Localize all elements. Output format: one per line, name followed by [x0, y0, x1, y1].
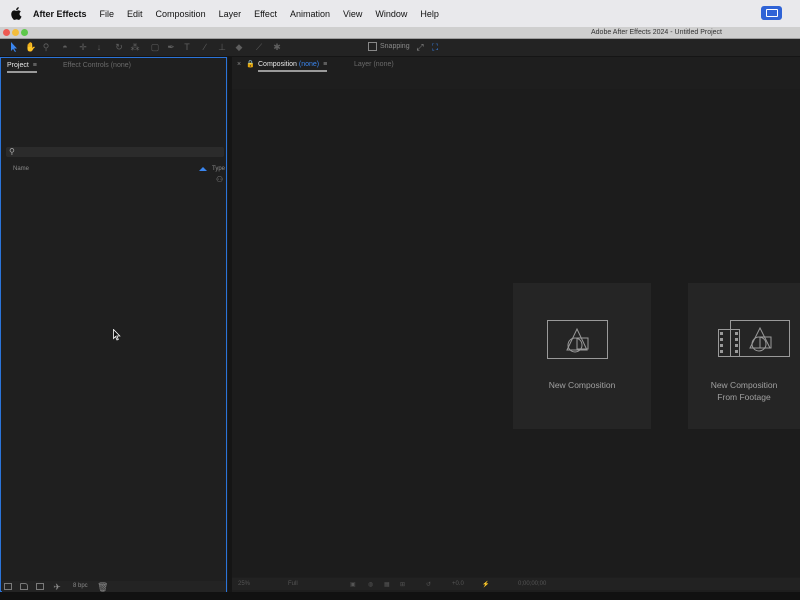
menu-effect[interactable]: Effect [254, 9, 277, 19]
snapping-checkbox[interactable] [368, 42, 377, 51]
new-folder-icon[interactable] [20, 583, 28, 590]
menu-layer[interactable]: Layer [219, 9, 242, 19]
eraser-tool-icon[interactable]: ◆ [234, 42, 244, 52]
search-input[interactable]: ⚲ [6, 147, 224, 157]
tab-composition-label: Composition [258, 61, 297, 68]
rotation-tool-icon[interactable]: ↻ [114, 42, 124, 52]
tab-effect-controls[interactable]: Effect Controls (none) [63, 62, 131, 69]
tab-layer[interactable]: Layer (none) [354, 61, 394, 68]
composition-panel: × 🔒 Composition (none) ≡ Layer (none) New… [232, 57, 800, 592]
pan-behind-tool-icon[interactable]: ✛ [78, 42, 88, 52]
expand-icon[interactable]: ⛶ [430, 42, 440, 52]
reset-exposure-icon[interactable]: ↺ [426, 581, 431, 588]
new-composition-icon[interactable] [36, 583, 44, 590]
menu-bar: After Effects File Edit Composition Laye… [0, 0, 800, 27]
footage-composition-icon [718, 320, 790, 357]
tab-composition[interactable]: Composition (none) ≡ [258, 61, 328, 72]
composition-viewer: New Composition New Composition From Foo… [232, 89, 800, 577]
resolution-dropdown[interactable]: Full [288, 581, 298, 587]
new-composition-icon [547, 320, 608, 359]
menu-help[interactable]: Help [420, 9, 439, 19]
orbit-tool-icon[interactable]: ⁂ [130, 42, 140, 52]
current-time[interactable]: 0;00;00;00 [518, 581, 546, 587]
cursor-icon [113, 329, 121, 341]
tools-bar: ✋ ⚲ ◓ ✛ ↓ ↻ ⁂ ▢ ✒ T ∕ ⊥ ◆ ⟋ ✱ Snapping ⤢… [0, 39, 800, 57]
show-channel-icon[interactable]: ◍ [368, 581, 373, 588]
tab-composition-none: (none) [298, 61, 320, 68]
pen-tool-icon[interactable]: ✒ [166, 42, 176, 52]
comp-panel-menu-icon[interactable]: ≡ [323, 61, 327, 68]
new-composition-button[interactable]: New Composition [513, 283, 651, 429]
snapping-label: Snapping [380, 43, 410, 50]
hand-tool-icon[interactable]: ✋ [25, 42, 36, 52]
adjust-icon[interactable]: ✈ [52, 582, 62, 592]
project-panel: Project ≡ Effect Controls (none) ⚲ Name T… [0, 57, 227, 592]
search-icon: ⚲ [9, 147, 15, 156]
new-comp-footage-label-2: From Footage [717, 392, 771, 402]
snap-options-icon[interactable]: ⤢ [415, 42, 425, 52]
tab-project-label: Project [7, 62, 29, 69]
new-composition-label: New Composition [548, 380, 616, 390]
menu-edit[interactable]: Edit [127, 9, 143, 19]
roto-brush-tool-icon[interactable]: ⟋ [254, 42, 264, 52]
trash-icon[interactable]: 🗑 [97, 582, 108, 592]
selection-tool-icon[interactable] [9, 42, 19, 52]
new-composition-from-footage-button[interactable]: New Composition From Footage [688, 283, 800, 429]
snapping-toggle[interactable]: Snapping [368, 42, 410, 51]
window-title-bar: Adobe After Effects 2024 - Untitled Proj… [0, 27, 800, 39]
menu-window[interactable]: Window [375, 9, 407, 19]
grid-icon[interactable]: ⊞ [400, 581, 405, 588]
tab-project[interactable]: Project ≡ [7, 62, 37, 73]
zoom-dropdown[interactable]: 25% [238, 581, 250, 587]
flowchart-icon[interactable]: ⚇ [216, 176, 226, 184]
fast-preview-icon[interactable]: ⚡ [482, 581, 489, 588]
panel-menu-icon[interactable]: ≡ [33, 62, 37, 69]
lock-icon[interactable]: 🔒 [246, 60, 255, 68]
sort-arrow-icon[interactable] [199, 167, 207, 171]
apple-icon[interactable] [10, 7, 22, 20]
window-title: Adobe After Effects 2024 - Untitled Proj… [590, 29, 722, 36]
minimize-window-button[interactable] [12, 29, 19, 36]
column-header-type[interactable]: Type [212, 166, 225, 172]
bit-depth-button[interactable]: 8 bpc [73, 583, 88, 589]
composition-footer: 25% Full ▣ ◍ ▦ ⊞ ↺ +0.0 ⚡ 0;00;00;00 [232, 578, 800, 590]
zoom-tool-icon[interactable]: ⚲ [41, 42, 51, 52]
region-icon[interactable]: ▦ [384, 581, 390, 588]
project-footer: ✈ 8 bpc 🗑 [2, 581, 226, 592]
exposure-value[interactable]: +0.0 [452, 581, 464, 587]
new-comp-footage-label-1: New Composition [710, 380, 778, 390]
camera-tool-icon[interactable]: ◓ [60, 42, 70, 52]
control-center-icon[interactable] [761, 6, 782, 20]
menu-view[interactable]: View [343, 9, 362, 19]
brush-tool-icon[interactable]: ∕ [200, 42, 210, 52]
menu-composition[interactable]: Composition [156, 9, 206, 19]
zoom-window-button[interactable] [21, 29, 28, 36]
menu-file[interactable]: File [100, 9, 115, 19]
puppet-tool-icon[interactable]: ✱ [272, 42, 282, 52]
interpret-footage-icon[interactable] [4, 583, 12, 590]
anchor-tool-icon[interactable]: ↓ [94, 42, 104, 52]
close-tab-icon[interactable]: × [237, 61, 241, 68]
bottom-strip [0, 592, 800, 600]
menu-animation[interactable]: Animation [290, 9, 330, 19]
column-header-name[interactable]: Name [13, 166, 29, 172]
clone-stamp-tool-icon[interactable]: ⊥ [217, 42, 227, 52]
menu-after-effects[interactable]: After Effects [33, 9, 87, 19]
text-tool-icon[interactable]: T [182, 42, 192, 52]
snapshot-icon[interactable]: ▣ [350, 581, 356, 588]
rectangle-tool-icon[interactable]: ▢ [150, 42, 160, 52]
close-window-button[interactable] [3, 29, 10, 36]
